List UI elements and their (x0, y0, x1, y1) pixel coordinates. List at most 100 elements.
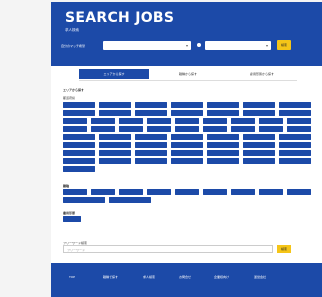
area-chip[interactable] (119, 118, 143, 124)
page-subtitle: 求人検索 (65, 28, 79, 32)
area-chip[interactable] (259, 126, 283, 132)
footer-link[interactable]: TOP (69, 275, 75, 279)
hero-banner: SEARCH JOBS 求人検索 自分のマッチ希望 ▾ ▾ 検索 (51, 2, 322, 66)
footer-link[interactable]: 職種で探す (103, 275, 118, 279)
area-chip[interactable] (63, 110, 95, 116)
area-chip[interactable] (63, 142, 95, 148)
area-chip[interactable] (243, 102, 275, 108)
area-chip[interactable] (243, 158, 275, 164)
area-chip[interactable] (135, 150, 167, 156)
tab-job-type[interactable]: 職種から探す (153, 69, 223, 79)
page-title: SEARCH JOBS (65, 10, 175, 26)
area-chip[interactable] (207, 102, 239, 108)
footer-link[interactable]: 求人検索 (143, 275, 155, 279)
free-search-button[interactable]: 検索 (277, 245, 291, 253)
area-section-heading: エリアから探す (63, 88, 85, 92)
area-chip[interactable] (99, 134, 131, 140)
area-chip[interactable] (171, 110, 203, 116)
job-chip[interactable] (91, 189, 115, 195)
area-chip[interactable] (207, 134, 239, 140)
area-chip[interactable] (231, 126, 255, 132)
area-chip[interactable] (203, 118, 227, 124)
hero-search-button[interactable]: 検索 (277, 40, 291, 50)
area-chip[interactable] (147, 118, 171, 124)
area-chip[interactable] (135, 110, 167, 116)
area-chip[interactable] (279, 102, 311, 108)
area-chip[interactable] (99, 158, 131, 164)
footer-link[interactable]: 企業様向け (214, 275, 229, 279)
area-chip[interactable] (279, 142, 311, 148)
area-chip[interactable] (135, 142, 167, 148)
job-chip[interactable] (259, 189, 283, 195)
area-chip[interactable] (63, 118, 87, 124)
area-chip[interactable] (63, 102, 95, 108)
area-chip[interactable] (135, 134, 167, 140)
area-chip[interactable] (135, 158, 167, 164)
area-chip[interactable] (279, 158, 311, 164)
footer-link[interactable]: お問合せ (179, 275, 191, 279)
area-chip[interactable] (279, 110, 311, 116)
area-chip[interactable] (207, 142, 239, 148)
area-chip[interactable] (119, 126, 143, 132)
job-chip[interactable] (287, 189, 311, 195)
area-chip[interactable] (279, 134, 311, 140)
page: SEARCH JOBS 求人検索 自分のマッチ希望 ▾ ▾ 検索 エリアから探す… (51, 2, 322, 297)
area-chip[interactable] (63, 158, 95, 164)
area-chip[interactable] (99, 142, 131, 148)
footer: TOP 職種で探す 求人検索 お問合せ 企業様向け 運営会社 (51, 263, 322, 297)
hero-select-1[interactable]: ▾ (103, 41, 191, 50)
area-chip[interactable] (207, 158, 239, 164)
area-chip[interactable] (287, 118, 311, 124)
hero-select-2[interactable]: ▾ (205, 41, 271, 50)
area-chip[interactable] (287, 126, 311, 132)
area-chip[interactable] (63, 166, 95, 172)
area-chip[interactable] (99, 150, 131, 156)
area-chip[interactable] (231, 118, 255, 124)
area-chip[interactable] (147, 126, 171, 132)
job-section-heading: 職種 (63, 184, 70, 188)
area-chip[interactable] (243, 142, 275, 148)
area-chip[interactable] (259, 118, 283, 124)
area-chip[interactable] (91, 118, 115, 124)
area-chip[interactable] (175, 118, 199, 124)
chevron-down-icon: ▾ (185, 43, 188, 48)
area-chip[interactable] (279, 150, 311, 156)
area-chip[interactable] (243, 134, 275, 140)
area-chip[interactable] (171, 150, 203, 156)
area-chip[interactable] (171, 158, 203, 164)
footer-link[interactable]: 運営会社 (254, 275, 266, 279)
job-chip[interactable] (63, 189, 87, 195)
area-chip[interactable] (99, 110, 131, 116)
job-chip[interactable] (119, 189, 143, 195)
area-chip[interactable] (171, 102, 203, 108)
job-chip[interactable] (63, 197, 105, 203)
area-chip[interactable] (91, 126, 115, 132)
job-chip[interactable] (109, 197, 151, 203)
area-chip[interactable] (63, 126, 87, 132)
employment-chip[interactable] (63, 216, 81, 222)
area-chip[interactable] (175, 126, 199, 132)
area-chip[interactable] (135, 102, 167, 108)
job-chip-grid (63, 189, 315, 205)
area-section-sub: 都道府県 (63, 96, 76, 100)
free-search-input[interactable]: フリーワード (63, 245, 273, 253)
area-chip[interactable] (203, 126, 227, 132)
employment-chip-grid (63, 216, 315, 224)
area-chip[interactable] (207, 150, 239, 156)
job-chip[interactable] (175, 189, 199, 195)
tab-area[interactable]: エリアから探す (79, 69, 149, 79)
employment-section-heading: 雇用形態 (63, 211, 76, 215)
job-chip[interactable] (231, 189, 255, 195)
area-chip[interactable] (63, 150, 95, 156)
area-chip[interactable] (207, 110, 239, 116)
tab-employment[interactable]: 雇用形態から探す (227, 69, 297, 79)
area-chip-grid (63, 102, 315, 176)
area-chip[interactable] (243, 150, 275, 156)
job-chip[interactable] (147, 189, 171, 195)
area-chip[interactable] (63, 134, 95, 140)
area-chip[interactable] (99, 102, 131, 108)
job-chip[interactable] (203, 189, 227, 195)
area-chip[interactable] (171, 142, 203, 148)
area-chip[interactable] (243, 110, 275, 116)
area-chip[interactable] (171, 134, 203, 140)
